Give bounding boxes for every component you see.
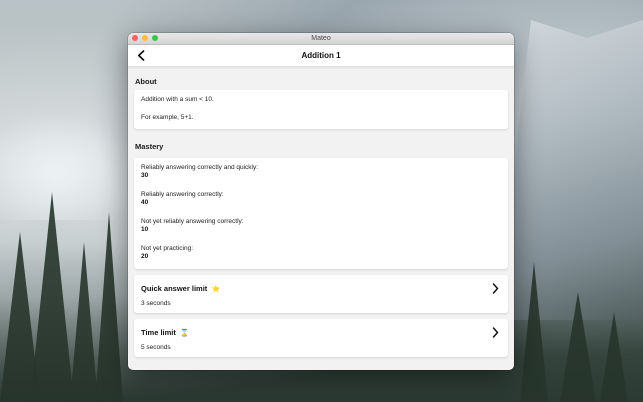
navigation-bar: Addition 1 [128, 45, 514, 67]
mastery-value: 20 [141, 253, 149, 260]
time-limit-row[interactable]: Time limit ⌛ 5 seconds [134, 319, 508, 357]
title-bar: Mateo [128, 33, 514, 45]
quick-answer-limit-row[interactable]: Quick answer limit ⭐ 3 seconds [134, 275, 508, 313]
wallpaper-tree [600, 312, 628, 402]
mastery-value: 30 [141, 172, 149, 179]
setting-value: 3 seconds [141, 300, 171, 307]
setting-title: Time limit [141, 328, 176, 337]
mastery-item: Not yet reliably answering correctly: 10 [141, 218, 501, 234]
page-title: Addition 1 [301, 51, 341, 60]
setting-title: Quick answer limit [141, 284, 208, 293]
mastery-label: Reliably answering correctly and quickly… [141, 164, 259, 171]
mastery-label: Not yet practicing: [141, 245, 194, 252]
chevron-right-icon [490, 326, 500, 338]
about-description: Addition with a sum < 10. [141, 96, 214, 103]
mastery-item: Reliably answering correctly: 40 [141, 191, 501, 207]
window-controls [132, 35, 158, 41]
about-section-header: About [135, 77, 157, 86]
about-card: Addition with a sum < 10. For example, 5… [134, 90, 508, 129]
zoom-window-button[interactable] [152, 35, 158, 41]
mastery-item: Not yet practicing: 20 [141, 245, 501, 261]
minimize-window-button[interactable] [142, 35, 148, 41]
wallpaper-tree [70, 242, 98, 402]
quick-answer-limit-title-line: Quick answer limit ⭐ [141, 281, 501, 296]
about-example: For example, 5+1. [141, 114, 194, 121]
close-window-button[interactable] [132, 35, 138, 41]
mastery-label: Reliably answering correctly: [141, 191, 224, 198]
mastery-label: Not yet reliably answering correctly: [141, 218, 244, 225]
mastery-section-header: Mastery [135, 142, 164, 151]
content-area: About Addition with a sum < 10. For exam… [128, 76, 514, 357]
wallpaper-tree [520, 262, 548, 402]
wallpaper-tree [95, 212, 123, 402]
setting-value: 5 seconds [141, 344, 171, 351]
mastery-card: Reliably answering correctly and quickly… [134, 158, 508, 269]
mastery-value: 10 [141, 226, 149, 233]
back-button[interactable] [134, 48, 148, 62]
app-window: Mateo Addition 1 About Addition with a s… [128, 33, 514, 370]
mastery-item: Reliably answering correctly and quickly… [141, 164, 501, 180]
wallpaper-tree [560, 292, 596, 402]
chevron-right-icon [490, 282, 500, 294]
star-icon: ⭐ [211, 286, 221, 293]
mastery-value: 40 [141, 199, 149, 206]
wallpaper-tree [30, 192, 74, 402]
hourglass-icon: ⌛ [180, 330, 190, 337]
chevron-left-icon [137, 49, 145, 61]
time-limit-title-line: Time limit ⌛ [141, 325, 501, 340]
window-title: Mateo [311, 35, 331, 42]
